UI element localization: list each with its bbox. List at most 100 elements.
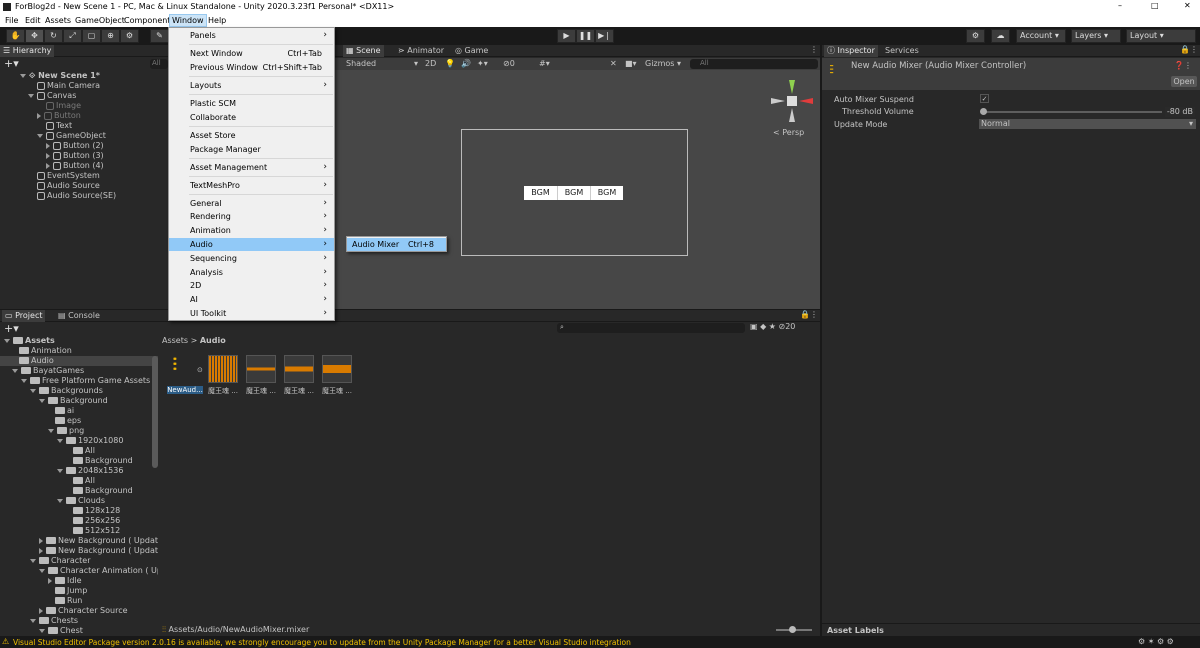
tree-2048x1536[interactable]: 2048x1536: [57, 466, 123, 476]
fold-arrow-icon[interactable]: [21, 378, 27, 383]
tree-scrollbar[interactable]: [152, 356, 158, 468]
menu-item-sequencing[interactable]: Sequencing ›: [169, 252, 334, 265]
tree-row-image[interactable]: Image: [46, 101, 81, 111]
fold-arrow-icon[interactable]: [39, 547, 43, 554]
grid-icon[interactable]: #▾: [539, 59, 550, 68]
update-mode-dropdown[interactable]: Normal ▾: [979, 119, 1196, 129]
asset-audio-clip-3[interactable]: [284, 355, 314, 383]
fold-arrow-icon[interactable]: [57, 438, 63, 443]
tree-ai[interactable]: ai: [55, 406, 74, 416]
rect-tool-icon[interactable]: ▢: [82, 29, 101, 43]
menu-item-previous-window[interactable]: Previous Window Ctrl+Shift+Tab: [169, 61, 334, 74]
step-button[interactable]: ▶❘: [595, 29, 614, 43]
tree-new-background-1[interactable]: New Background ( Update: [39, 536, 158, 546]
tab-animator[interactable]: ⋗ Animator: [395, 45, 447, 57]
create-asset-button[interactable]: +▾: [4, 322, 19, 335]
fold-arrow-icon[interactable]: [57, 498, 63, 503]
menu-item-next-window[interactable]: Next Window Ctrl+Tab: [169, 47, 334, 60]
tree-backgrounds[interactable]: Backgrounds: [30, 386, 103, 396]
tree-1920x1080[interactable]: 1920x1080: [57, 436, 123, 446]
asset-audio-mixer[interactable]: ⫶⫶⫶: [170, 355, 200, 383]
scale-tool-icon[interactable]: ⤢: [63, 29, 82, 43]
menu-window[interactable]: Window: [169, 14, 207, 27]
tree-png[interactable]: png: [48, 426, 84, 436]
tree-background-1[interactable]: Background: [73, 456, 133, 466]
tree-chest[interactable]: Chest: [39, 626, 83, 636]
fold-arrow-icon[interactable]: [30, 618, 36, 623]
add-object-button[interactable]: +▾: [4, 57, 19, 70]
hidden-objects-icon[interactable]: ⊘0: [503, 59, 515, 68]
menu-item-rendering[interactable]: Rendering ›: [169, 210, 334, 223]
footer-slider-thumb[interactable]: [789, 626, 796, 633]
fold-arrow-icon[interactable]: [20, 73, 26, 78]
status-message[interactable]: Visual Studio Editor Package version 2.0…: [13, 638, 631, 647]
tree-animation[interactable]: Animation: [19, 346, 72, 356]
menu-item-ui-toolkit[interactable]: UI Toolkit ›: [169, 307, 334, 320]
fold-arrow-icon[interactable]: [39, 607, 43, 614]
cloud-icon[interactable]: ☁: [991, 29, 1010, 43]
tree-row-gameobject[interactable]: GameObject: [37, 131, 106, 141]
auto-suspend-checkbox[interactable]: ✓: [980, 94, 989, 103]
menu-item-audio[interactable]: Audio ›: [169, 238, 334, 251]
scene-search[interactable]: All: [690, 59, 818, 69]
maximize-button[interactable]: □: [1151, 1, 1159, 10]
fold-arrow-icon[interactable]: [30, 388, 36, 393]
project-search[interactable]: ⌕: [557, 323, 745, 333]
asset-audio-clip-2[interactable]: [246, 355, 276, 383]
breadcrumb-audio[interactable]: Audio: [200, 336, 226, 345]
menu-item-audio-mixer[interactable]: Audio Mixer Ctrl+8: [347, 238, 446, 251]
threshold-slider[interactable]: [980, 108, 1162, 115]
fold-arrow-icon[interactable]: [12, 368, 18, 373]
menu-help[interactable]: Help: [206, 15, 228, 26]
fold-arrow-icon[interactable]: [37, 112, 41, 119]
slider-thumb[interactable]: [980, 108, 987, 115]
persp-label[interactable]: < Persp: [773, 128, 804, 137]
asset-audio-clip-4[interactable]: [322, 355, 352, 383]
effects-icon[interactable]: ✦▾: [477, 59, 488, 68]
tree-eps[interactable]: eps: [55, 416, 81, 426]
tree-background-2[interactable]: Background: [73, 486, 133, 496]
tab-hierarchy[interactable]: ☰ Hierarchy: [0, 45, 55, 57]
menu-item-ai[interactable]: AI ›: [169, 293, 334, 306]
tree-all-2[interactable]: All: [73, 476, 95, 486]
shading-dropdown[interactable]: Shaded ▾: [346, 59, 418, 68]
menu-assets[interactable]: Assets: [43, 15, 73, 26]
lock-icon[interactable]: 🔒⋮: [1180, 45, 1198, 54]
menu-item-panels[interactable]: Panels ›: [169, 29, 334, 42]
more-options-icon[interactable]: ⋮: [810, 45, 818, 54]
toggle-2d-button[interactable]: 2D: [425, 59, 436, 68]
bgm-button-2[interactable]: BGM: [557, 186, 590, 200]
tab-scene[interactable]: ▦ Scene: [343, 45, 384, 57]
bgm-button-1[interactable]: BGM: [524, 186, 557, 200]
menu-item-plastic-scm[interactable]: Plastic SCM: [169, 97, 334, 110]
fold-arrow-icon[interactable]: [4, 338, 10, 343]
fold-arrow-icon[interactable]: [46, 152, 50, 159]
pause-button[interactable]: ❚❚: [576, 29, 595, 43]
tab-services[interactable]: Services: [882, 45, 922, 57]
tree-row-button-3[interactable]: Button (3): [46, 151, 104, 161]
tree-row-scene[interactable]: ⟐ New Scene 1*: [20, 71, 100, 81]
tree-row-audio-source-se[interactable]: Audio Source(SE): [37, 191, 116, 201]
menu-item-textmeshpro[interactable]: TextMeshPro ›: [169, 179, 334, 192]
tree-row-button-2[interactable]: Button (2): [46, 141, 104, 151]
menu-item-general[interactable]: General ›: [169, 197, 334, 210]
tree-audio[interactable]: Audio: [0, 356, 158, 366]
menu-item-asset-store[interactable]: Asset Store: [169, 129, 334, 142]
fold-arrow-icon[interactable]: [39, 568, 45, 573]
gizmos-dropdown[interactable]: Gizmos ▾: [645, 59, 681, 68]
tree-run[interactable]: Run: [55, 596, 82, 606]
minimize-button[interactable]: –: [1118, 1, 1122, 10]
rotate-tool-icon[interactable]: ↻: [44, 29, 63, 43]
tree-row-button-4[interactable]: Button (4): [46, 161, 104, 171]
orientation-gizmo[interactable]: [771, 80, 813, 122]
menu-item-2d[interactable]: 2D ›: [169, 279, 334, 292]
move-tool-icon[interactable]: ✥: [25, 29, 44, 43]
asset-audio-clip-1[interactable]: [208, 355, 238, 383]
fold-arrow-icon[interactable]: [46, 162, 50, 169]
breadcrumb-assets[interactable]: Assets: [162, 336, 188, 345]
tree-256x256[interactable]: 256x256: [73, 516, 120, 526]
transform-tool-icon[interactable]: ⊕: [101, 29, 120, 43]
tree-128x128[interactable]: 128x128: [73, 506, 120, 516]
menu-item-asset-management[interactable]: Asset Management ›: [169, 161, 334, 174]
tree-row-canvas[interactable]: Canvas: [28, 91, 76, 101]
